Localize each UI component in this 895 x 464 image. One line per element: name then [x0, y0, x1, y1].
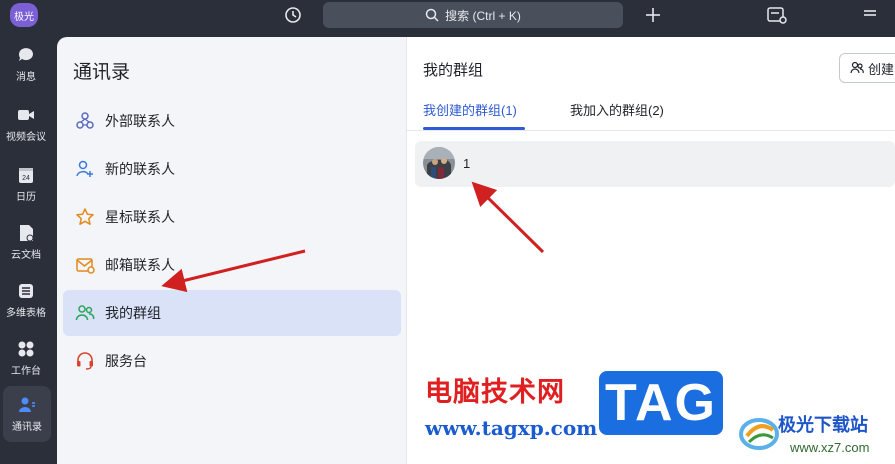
search-placeholder: 搜索 (Ctrl + K) [445, 8, 521, 23]
group-avatar [423, 147, 455, 179]
mail-contact-icon [76, 258, 95, 274]
tab-joined-groups[interactable]: 我加入的群组(2) [570, 100, 664, 131]
video-icon [18, 110, 34, 120]
contacts-item-new[interactable]: 新的联系人 [63, 146, 401, 192]
cloud-doc-icon [20, 225, 34, 242]
active-tab-indicator [423, 127, 525, 130]
star-icon [76, 208, 94, 225]
watermark-logo-url: www.xz7.com [790, 440, 870, 455]
rail-item-label: 日历 [16, 192, 36, 203]
rail-item-label: 工作台 [11, 366, 41, 377]
contacts-item-starred[interactable]: 星标联系人 [63, 194, 401, 240]
contacts-item-my-groups[interactable]: 我的群组 [63, 290, 401, 336]
rail-item-label: 通讯录 [12, 422, 42, 433]
table-icon [19, 284, 33, 298]
top-bar: 极光 搜索 (Ctrl + K) [0, 0, 895, 30]
user-avatar[interactable]: 极光 [10, 3, 38, 27]
contacts-item-label: 我的群组 [105, 305, 161, 321]
contacts-icon [19, 397, 35, 412]
group-icon [75, 305, 95, 321]
groups-tabs: 我创建的群组(1) 我加入的群组(2) [407, 97, 895, 131]
contacts-title: 通讯录 [73, 62, 131, 83]
rail-item-calendar[interactable]: 24 日历 [0, 158, 52, 210]
external-contacts-icon [76, 112, 94, 129]
contacts-item-label: 邮箱联系人 [105, 257, 175, 273]
rail-item-label: 消息 [16, 72, 36, 83]
app-rail: 消息 视频会议 24 日历 云文档 多维表格 工作台 通讯录 [0, 30, 52, 464]
create-group-label: 创建 [868, 61, 895, 77]
plus-icon[interactable] [643, 5, 663, 25]
rail-item-messages[interactable]: 消息 [0, 38, 52, 90]
contacts-item-mail[interactable]: 邮箱联系人 [63, 242, 401, 288]
watermark-site-url: www.tagxp.com [425, 416, 598, 440]
contacts-item-external[interactable]: 外部联系人 [63, 98, 401, 144]
contacts-item-label: 服务台 [105, 353, 147, 369]
watermark-logo-name: 极光下载站 [778, 415, 868, 435]
menu-icon[interactable] [860, 5, 880, 25]
contacts-item-label: 外部联系人 [105, 113, 175, 129]
add-group-icon [850, 61, 864, 74]
contacts-panel: 通讯录 外部联系人 新的联系人 星标联系人 邮箱联系人 我的群组 服务台 [57, 37, 407, 464]
rail-item-workplace[interactable]: 工作台 [0, 332, 52, 384]
create-group-button[interactable]: 创建 [839, 53, 895, 83]
group-list-item[interactable]: 1 [415, 141, 895, 187]
contacts-item-helpdesk[interactable]: 服务台 [63, 338, 401, 384]
new-contact-icon [76, 160, 93, 177]
watermark-tag-logo: TAG [599, 371, 723, 435]
rail-item-contacts[interactable]: 通讯录 [3, 386, 51, 442]
search-icon [425, 8, 439, 22]
headset-icon [77, 352, 93, 370]
history-icon[interactable] [283, 5, 303, 25]
chat-icon [18, 48, 33, 61]
contacts-item-label: 星标联系人 [105, 209, 175, 225]
watermark-site-name: 电脑技术网 [425, 377, 565, 408]
rail-item-label: 多维表格 [6, 308, 46, 319]
grid-icon [18, 341, 34, 357]
search-input[interactable]: 搜索 (Ctrl + K) [323, 2, 623, 28]
notice-icon[interactable] [766, 5, 788, 25]
contacts-item-label: 新的联系人 [105, 161, 175, 177]
rail-item-base[interactable]: 多维表格 [0, 274, 52, 326]
rail-item-label: 视频会议 [6, 132, 46, 143]
svg-text:24: 24 [22, 175, 30, 182]
rail-item-cloud-docs[interactable]: 云文档 [0, 216, 52, 268]
group-name: 1 [463, 156, 471, 171]
rail-item-label: 云文档 [11, 250, 41, 261]
calendar-icon: 24 [19, 168, 33, 183]
rail-item-video[interactable]: 视频会议 [0, 98, 52, 150]
page-title: 我的群组 [423, 62, 484, 79]
